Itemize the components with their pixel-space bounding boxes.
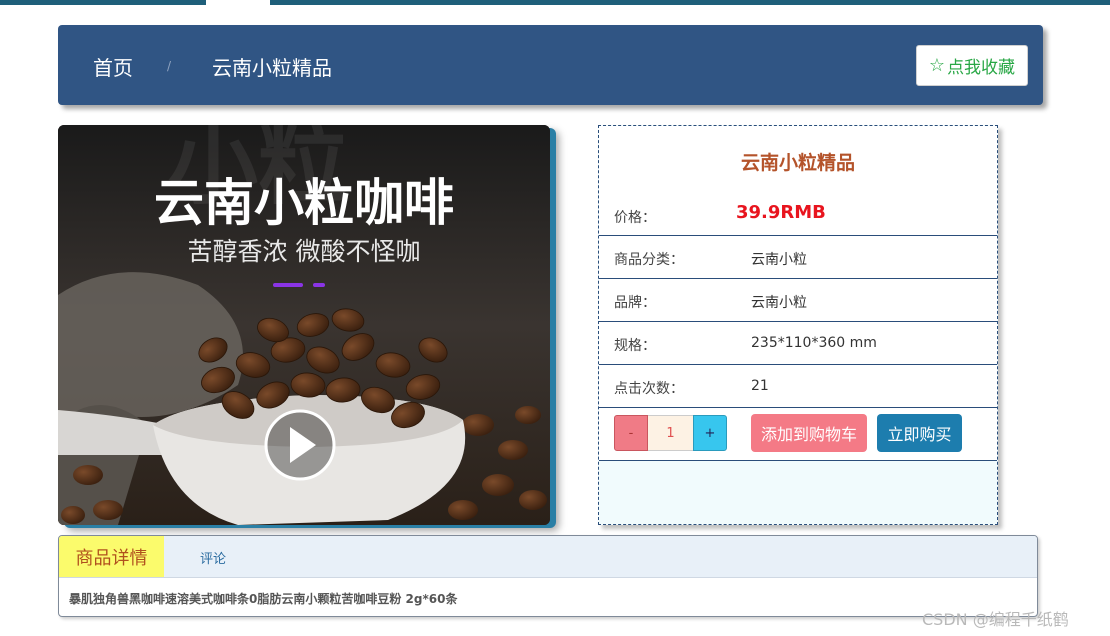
spec-value: 235*110*360 mm [751,335,877,351]
breadcrumb-home-link[interactable]: 首页 [93,52,133,81]
spec-row: 规格： 235*110*360 mm [599,321,997,365]
product-info-panel: 云南小粒精品 价格： 39.9RMB 商品分类： 云南小粒 品牌： 云南小粒 规… [598,125,998,525]
image-subline: 苦醇香浓 微酸不怪咖 [188,237,421,266]
category-value: 云南小粒 [751,252,807,268]
price-value: 39.9RMB [736,202,826,223]
quantity-decrement-button[interactable]: - [614,415,648,451]
category-row: 商品分类： 云南小粒 [599,235,997,279]
product-description: 暴肌独角兽黑咖啡速溶美式咖啡条0脂肪云南小颗粒苦咖啡豆粉 2g*60条 [69,592,458,606]
breadcrumb-header: 首页 / 云南小粒精品 ☆ 点我收藏 [58,25,1043,105]
spec-label: 规格： [614,338,656,354]
brand-label: 品牌： [614,295,656,311]
image-headline: 云南小粒咖啡 [154,174,454,232]
price-label: 价格： [614,210,656,226]
category-label: 商品分类： [614,252,684,268]
product-image[interactable]: 小粒 云南小粒咖啡 苦醇香浓 微酸不怪咖 [58,125,550,525]
clicks-value: 21 [751,378,769,394]
buy-now-button[interactable]: 立即购买 [877,414,962,452]
favorite-button-label: 点我收藏 [947,58,1016,78]
top-bar [0,0,1110,5]
breadcrumb-current: 云南小粒精品 [212,56,332,80]
tab-details[interactable]: 商品详情 [59,536,164,577]
quantity-increment-button[interactable]: + [693,415,727,451]
clicks-row: 点击次数： 21 [599,364,997,408]
product-title: 云南小粒精品 [740,152,855,174]
brand-value: 云南小粒 [751,295,807,311]
star-outline-icon: ☆ [928,55,946,76]
details-tabs: 商品详情 评论 [59,536,1037,578]
product-details-section: 商品详情 评论 暴肌独角兽黑咖啡速溶美式咖啡条0脂肪云南小颗粒苦咖啡豆粉 2g*… [58,535,1038,617]
clicks-label: 点击次数： [614,381,684,397]
watermark: CSDN @编程千纸鹤 [922,610,1069,629]
breadcrumb-separator: / [167,59,172,73]
add-to-cart-button[interactable]: 添加到购物车 [751,414,867,452]
favorite-button[interactable]: ☆ 点我收藏 [916,45,1028,86]
tab-comments[interactable]: 评论 [200,548,226,567]
brand-row: 品牌： 云南小粒 [599,278,997,322]
play-icon[interactable] [264,409,336,481]
top-bar-active-tab [206,0,270,5]
quantity-input[interactable]: 1 [648,415,693,451]
